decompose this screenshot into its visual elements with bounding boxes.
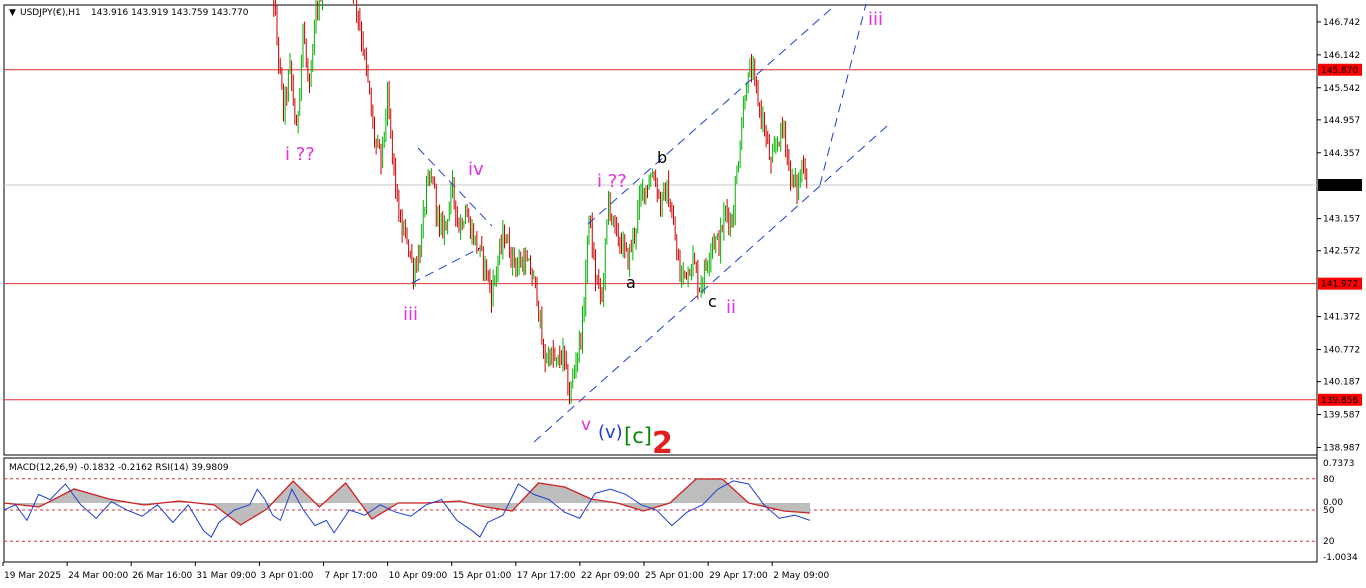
main-chart-frame[interactable] [3, 4, 1318, 456]
wave-label-ii: ii [726, 297, 736, 318]
wave-label-c-bracket: [c] [624, 424, 652, 448]
time-tick-label: 3 Apr 01:00 [260, 571, 313, 581]
wave-label-a: a [626, 273, 636, 292]
time-tick-label: 2 May 09:00 [773, 571, 829, 581]
macd-axis-label: -1.0034 [1323, 553, 1358, 563]
time-tick-label: 25 Apr 01:00 [645, 571, 704, 581]
time-tick-label: 24 Mar 00:00 [68, 571, 128, 581]
level-price-tag-label: 141.972 [1321, 280, 1358, 290]
symbol-label: USDJPY(€),H1 [20, 8, 81, 18]
time-tick-label: 7 Apr 17:00 [325, 571, 378, 581]
chart-canvas[interactable]: ▼ USDJPY(€),H1 143.916 143.919 143.759 1… [0, 0, 1366, 588]
time-tick-label: 15 Apr 01:00 [453, 571, 512, 581]
wave-label-iii-projected: iii [868, 9, 883, 30]
price-tick-label: 144.957 [1323, 116, 1360, 126]
price-tick-label: 142.572 [1323, 247, 1360, 257]
price-tick-label: 140.772 [1323, 346, 1360, 356]
time-tick-label: 31 Mar 09:00 [196, 571, 256, 581]
wave-label-b: b [657, 148, 667, 167]
time-tick-label: 19 Mar 2025 [4, 571, 61, 581]
price-tick-label: 144.357 [1323, 149, 1360, 159]
current-price-tag-label: 143.770 [1321, 181, 1358, 191]
price-tick-label: 138.987 [1323, 443, 1360, 453]
wave-label-v: v [581, 415, 591, 435]
ohlc-readout: 143.916 143.919 143.759 143.770 [91, 8, 249, 18]
macd-axis-label: 0.00 [1323, 498, 1343, 508]
price-tick-label: 139.587 [1323, 411, 1360, 421]
wave-label-2: 2 [652, 426, 673, 461]
time-tick-label: 10 Apr 09:00 [389, 571, 448, 581]
time-tick-label: 29 Apr 17:00 [709, 571, 768, 581]
price-tick-label: 146.742 [1323, 18, 1360, 28]
wave-label-i-right: i ?? [597, 171, 627, 192]
wave-label-minor-v: (v) [598, 422, 623, 443]
price-tick-label: 143.157 [1323, 215, 1360, 225]
indicator-header: MACD(12,26,9) -0.1832 -0.2162 RSI(14) 39… [9, 463, 229, 473]
price-tick-label: 141.372 [1323, 313, 1360, 323]
level-price-tag-label: 145.870 [1321, 66, 1358, 76]
rsi-level-label: 80 [1323, 475, 1335, 485]
level-price-tag-label: 139.856 [1321, 396, 1358, 406]
symbol-menu-icon[interactable]: ▼ [9, 8, 16, 18]
macd-axis-label: 0.7373 [1323, 459, 1355, 469]
time-tick-label: 26 Mar 16:00 [132, 571, 192, 581]
wave-label-iv: iv [468, 159, 484, 180]
price-tick-label: 146.142 [1323, 51, 1360, 61]
time-tick-label: 17 Apr 17:00 [517, 571, 576, 581]
wave-label-c: c [708, 292, 717, 311]
rsi-level-label: 20 [1323, 537, 1335, 547]
price-tick-label: 145.542 [1323, 84, 1360, 94]
wave-label-iii-low: iii [403, 304, 418, 325]
wave-label-i-left: i ?? [285, 144, 315, 165]
time-tick-label: 22 Apr 09:00 [581, 571, 640, 581]
price-tick-label: 140.187 [1323, 378, 1360, 388]
